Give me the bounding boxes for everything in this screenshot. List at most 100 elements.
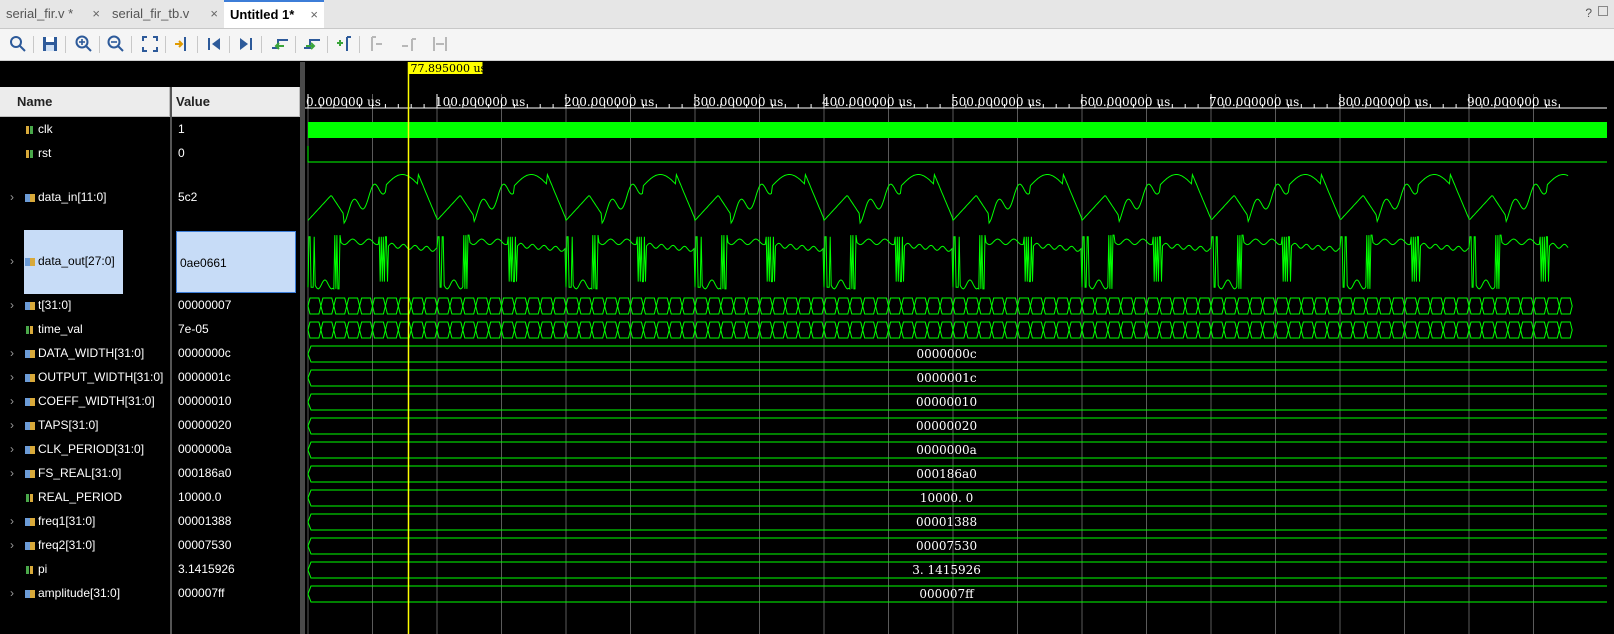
signal-name: REAL_PERIOD [38,490,123,504]
bus-value-label: 0000001c [916,371,976,385]
expand-chevron-icon[interactable]: › [10,190,14,204]
previous-transition-icon[interactable] [270,34,290,54]
signal-row[interactable]: › TAPS[31:0] [0,414,170,438]
expand-chevron-icon[interactable]: › [10,418,14,432]
next-marker-icon[interactable] [398,34,418,54]
tab-untitled-1[interactable]: Untitled 1* × [224,0,324,28]
zoom-fit-icon[interactable] [140,34,160,54]
zoom-in-icon[interactable] [74,34,94,54]
signal-name: COEFF_WIDTH[31:0] [38,394,155,408]
signal-row[interactable]: clk [0,118,170,142]
signal-name: t[31:0] [38,298,72,312]
signal-value: 1 [178,122,185,136]
signal-value: 00007530 [178,538,232,552]
signal-name: clk [38,122,53,136]
tab-serial-fir-tb[interactable]: serial_fir_tb.v × [106,0,224,28]
previous-marker-icon[interactable] [366,34,386,54]
real-signal-icon [25,564,35,574]
expand-chevron-icon[interactable]: › [10,514,14,528]
column-divider[interactable] [170,87,172,634]
signal-value: 10000.0 [178,490,222,504]
expand-chevron-icon[interactable]: › [10,538,14,552]
bus-signal-icon [25,300,35,310]
expand-chevron-icon[interactable]: › [10,254,14,268]
bus-value-label: 0000000c [916,347,976,361]
signal-row[interactable]: › freq2[31:0] [0,534,170,558]
signal-row[interactable]: pi [0,558,170,582]
signal-value: 3.1415926 [178,562,235,576]
search-icon[interactable] [8,34,28,54]
expand-chevron-icon[interactable]: › [10,298,14,312]
expand-chevron-icon[interactable]: › [10,466,14,480]
timeline-tick-label: 0.000000 us [306,95,381,109]
bus-signal-icon [25,192,35,202]
signal-value: 00000020 [178,418,232,432]
editor-tab-bar: serial_fir.v * × serial_fir_tb.v × Untit… [0,0,1614,29]
bus-value-label: 000007ff [919,587,975,601]
data-out-waveform [307,234,1569,290]
signal-name: time_val [38,322,83,336]
close-icon[interactable]: × [210,0,218,28]
zoom-out-icon[interactable] [106,34,126,54]
signal-row[interactable]: › amplitude[31:0] [0,582,170,606]
expand-chevron-icon[interactable]: › [10,586,14,600]
signal-row[interactable]: › data_in[11:0] [0,166,170,230]
signal-row[interactable]: › t[31:0] [0,294,170,318]
expand-chevron-icon[interactable]: › [10,370,14,384]
signal-name: amplitude[31:0] [38,586,121,600]
signal-value: 0 [178,146,185,160]
bus-signal-icon [25,516,35,526]
signal-value: 7e-05 [178,322,209,336]
timeline-tick-label: 400.000000 us [822,95,912,109]
close-icon[interactable]: × [92,0,100,28]
expand-chevron-icon[interactable]: › [10,394,14,408]
tab-label: Untitled 1* [230,7,295,22]
signal-name: TAPS[31:0] [38,418,99,432]
bus-value-label: 00000020 [916,419,977,433]
signal-name: FS_REAL[31:0] [38,466,122,480]
signal-name: pi [38,562,48,576]
bus-transitions [307,297,1573,315]
name-column-header[interactable]: Name [0,87,170,117]
bus-signal-icon [25,444,35,454]
signal-row[interactable]: › COEFF_WIDTH[31:0] [0,390,170,414]
signal-row[interactable]: › CLK_PERIOD[31:0] [0,438,170,462]
signal-value: 0000000a [178,442,232,456]
next-transition-icon[interactable] [302,34,322,54]
bus-value-label: 3. 1415926 [912,563,981,577]
go-to-last-time-icon[interactable] [236,34,256,54]
expand-chevron-icon[interactable]: › [10,442,14,456]
signal-name: CLK_PERIOD[31:0] [38,442,145,456]
tab-serial-fir[interactable]: serial_fir.v * × [0,0,106,28]
signal-value[interactable]: 0ae0661 [176,231,296,293]
signal-name: freq2[31:0] [38,538,96,552]
cursor-time-label: 77.895000 us [410,62,486,75]
value-column-header[interactable]: Value [172,87,300,117]
signal-row[interactable]: › FS_REAL[31:0] [0,462,170,486]
signal-row[interactable]: time_val [0,318,170,342]
expand-chevron-icon[interactable]: › [10,346,14,360]
waveform-canvas[interactable]: 0.000000 us 100.000000 us 200.000000 us 300… [305,62,1614,634]
right-edge-mask [1607,62,1614,634]
real-signal-icon [25,324,35,334]
help-icon[interactable]: ? [1585,6,1592,20]
signal-row[interactable]: › OUTPUT_WIDTH[31:0] [0,366,170,390]
signal-row[interactable]: › data_out[27:0] [0,230,170,294]
restore-icon[interactable] [1598,6,1608,16]
go-to-cursor-icon[interactable] [172,34,192,54]
signal-row[interactable]: › freq1[31:0] [0,510,170,534]
signal-row[interactable]: REAL_PERIOD [0,486,170,510]
signal-row[interactable]: rst [0,142,170,166]
swap-cursors-icon[interactable] [430,34,450,54]
add-marker-icon[interactable] [334,34,354,54]
save-icon[interactable] [40,34,60,54]
go-to-time-0-icon[interactable] [204,34,224,54]
data-in-waveform [307,172,1569,225]
reset-waveform [307,146,1614,163]
bit-signal-icon [25,124,35,134]
bus-value-label: 0000000a [916,443,977,457]
close-icon[interactable]: × [310,2,318,28]
bus-signal-icon [25,588,35,598]
signal-value: 00001388 [178,514,232,528]
signal-row[interactable]: › DATA_WIDTH[31:0] [0,342,170,366]
